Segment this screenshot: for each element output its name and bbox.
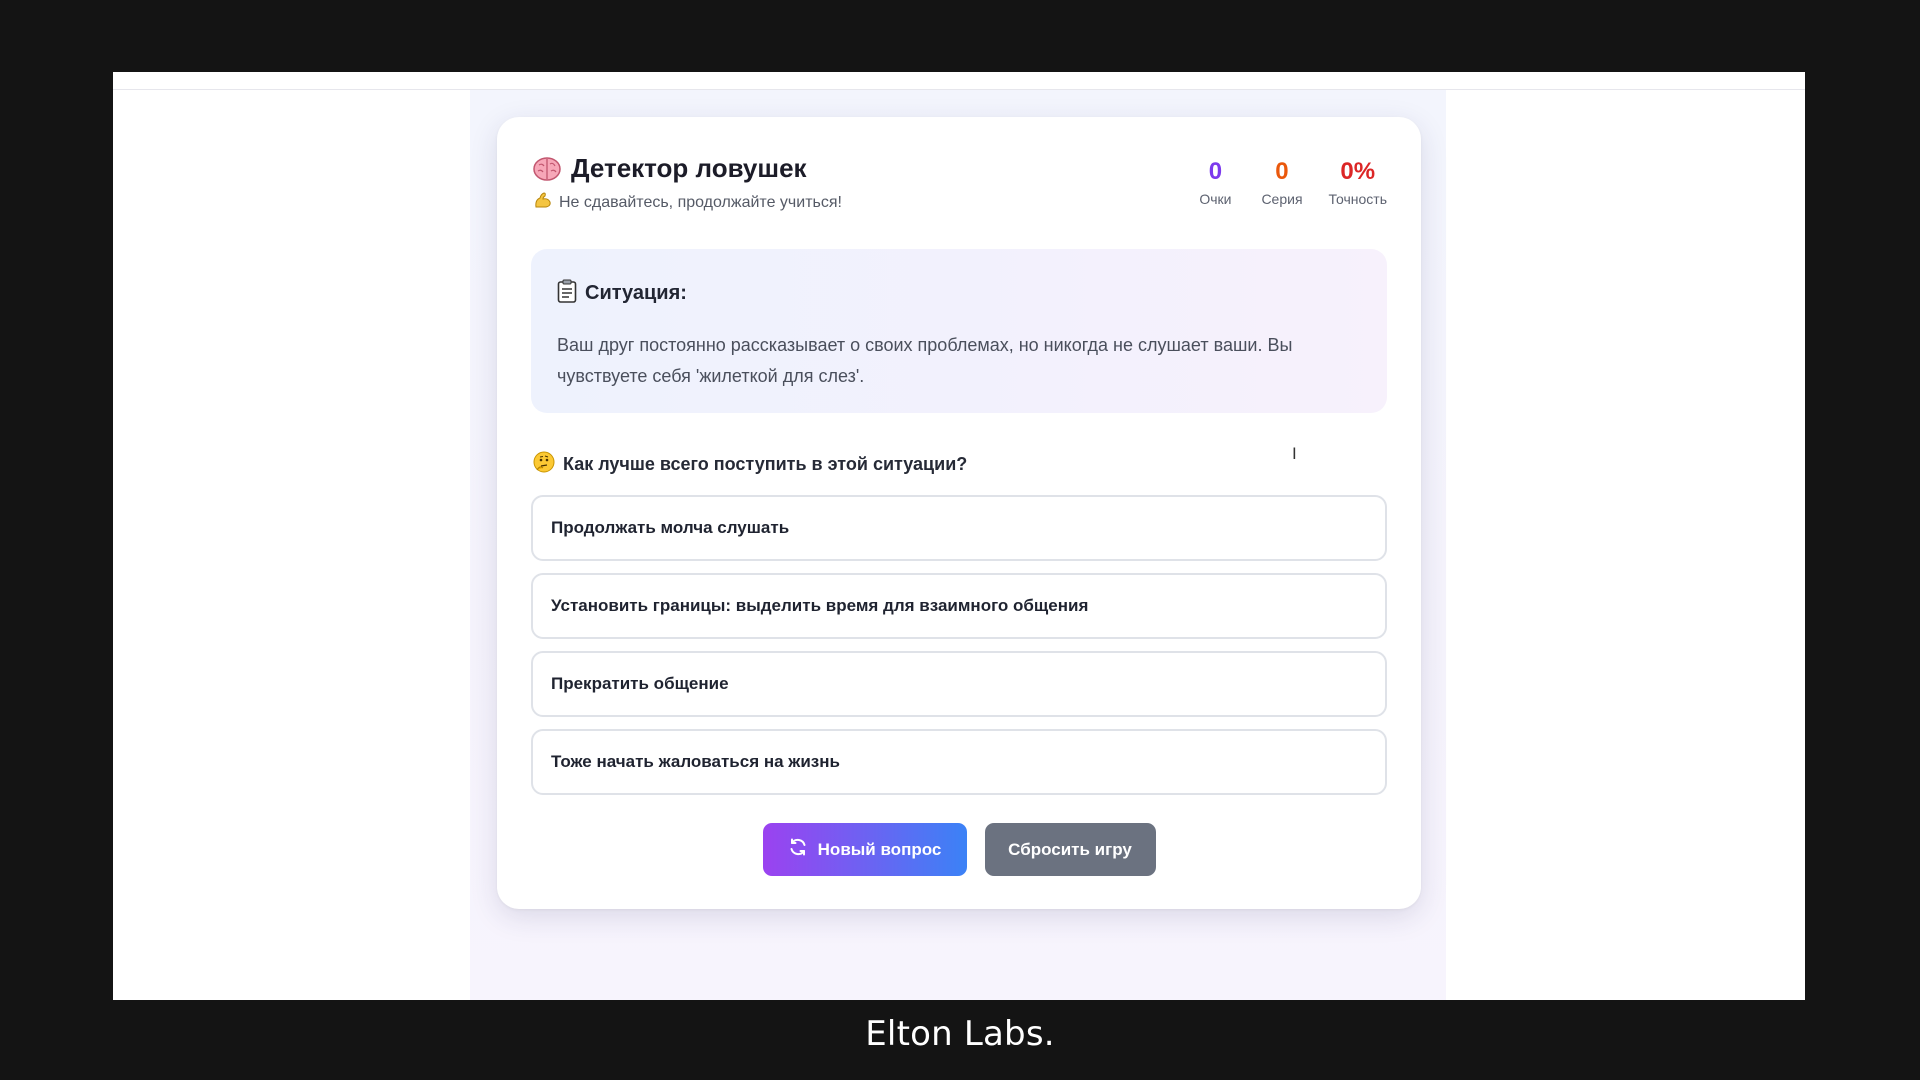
action-buttons: Новый вопрос Сбросить игру <box>497 823 1421 876</box>
clipboard-icon <box>557 279 577 308</box>
app-background: Детектор ловушек Не сдавайтесь, продолжа… <box>470 90 1446 1000</box>
new-question-button[interactable]: Новый вопрос <box>762 823 967 876</box>
text-cursor-icon: I <box>1292 444 1297 463</box>
question-text: Как лучше всего поступить в этой ситуаци… <box>563 454 968 474</box>
refresh-icon <box>788 837 808 862</box>
thinking-face-icon <box>533 451 555 478</box>
streak-label: Серия <box>1261 191 1303 207</box>
answer-option[interactable]: Прекратить общение <box>531 651 1387 717</box>
page-title: Детектор ловушек <box>571 153 807 183</box>
score-value: 0 <box>1208 158 1223 185</box>
situation-panel: Ситуация: Ваш друг постоянно рассказывае… <box>531 249 1387 413</box>
brain-icon <box>533 155 561 183</box>
app-screen: Детектор ловушек Не сдавайтесь, продолжа… <box>113 72 1805 1000</box>
score-label: Очки <box>1199 191 1232 207</box>
game-header: Детектор ловушек Не сдавайтесь, продолжа… <box>533 153 1387 213</box>
accuracy-value: 0% <box>1340 158 1376 185</box>
reset-game-button[interactable]: Сбросить игру <box>984 823 1156 876</box>
flexed-biceps-icon <box>533 190 553 215</box>
question-row: Как лучше всего поступить в этой ситуаци… <box>533 451 967 478</box>
situation-title: Ситуация: <box>585 282 687 304</box>
answer-option[interactable]: Продолжать молча слушать <box>531 495 1387 561</box>
answer-option[interactable]: Тоже начать жаловаться на жизнь <box>531 729 1387 795</box>
new-question-label: Новый вопрос <box>817 839 942 859</box>
situation-text: Ваш друг постоянно рассказывает о своих … <box>557 335 1293 386</box>
stat-accuracy: 0% Точность <box>1329 157 1387 207</box>
game-card: Детектор ловушек Не сдавайтесь, продолжа… <box>497 117 1421 909</box>
stats-panel: 0 Очки 0 Серия 0% Точность <box>1195 157 1387 207</box>
brand-watermark: Elton Labs. <box>865 1014 1055 1054</box>
answer-options: Продолжать молча слушать Установить гран… <box>531 495 1387 807</box>
subtitle: Не сдавайтесь, продолжайте учиться! <box>559 193 842 211</box>
accuracy-label: Точность <box>1328 191 1387 207</box>
situation-title-row: Ситуация: <box>557 279 1361 308</box>
streak-value: 0 <box>1275 158 1289 185</box>
stat-score: 0 Очки <box>1195 157 1235 207</box>
answer-option[interactable]: Установить границы: выделить время для в… <box>531 573 1387 639</box>
stat-streak: 0 Серия <box>1261 157 1302 207</box>
